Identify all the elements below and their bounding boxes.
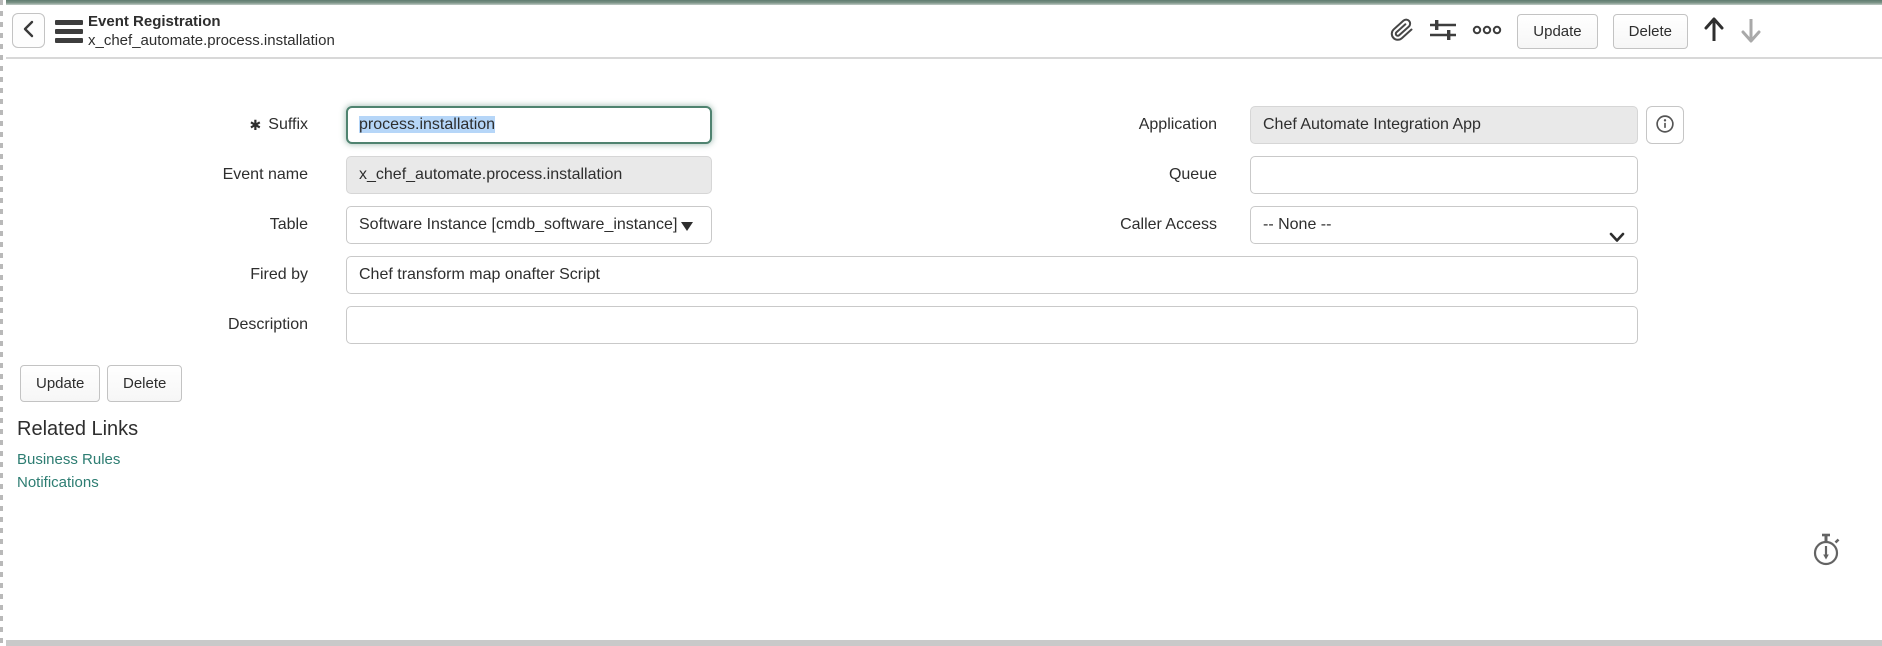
- suffix-input[interactable]: process.installation: [346, 106, 712, 144]
- required-indicator-icon: ✱: [250, 117, 262, 134]
- description-input[interactable]: [346, 306, 1638, 344]
- event-name-field: x_chef_automate.process.installation: [346, 156, 712, 194]
- arrow-up-icon: [1703, 16, 1725, 47]
- page-left-dotted-border: [0, 0, 3, 646]
- fired-by-input[interactable]: [346, 256, 1638, 294]
- stopwatch-icon: [1810, 556, 1844, 573]
- queue-label: Queue: [969, 156, 1217, 194]
- form-header-bar: Event Registration x_chef_automate.proce…: [6, 5, 1882, 59]
- info-icon: [1654, 113, 1676, 138]
- bottom-scroll-strip: [6, 640, 1882, 646]
- suffix-label: ✱ Suffix: [60, 106, 308, 144]
- arrow-down-icon: [1740, 16, 1762, 47]
- page-title: Event Registration: [88, 12, 335, 31]
- caller-access-select[interactable]: -- None --: [1250, 206, 1638, 244]
- scroll-down-button[interactable]: [1740, 16, 1762, 47]
- sliders-icon: [1429, 17, 1457, 46]
- related-links-heading: Related Links: [17, 418, 138, 441]
- header-update-button[interactable]: Update: [1517, 14, 1597, 49]
- table-dropdown[interactable]: Software Instance [cmdb_software_instanc…: [346, 206, 712, 244]
- ellipsis-icon: [1472, 23, 1502, 40]
- header-actions: Update Delete: [1390, 5, 1762, 57]
- table-label: Table: [60, 206, 308, 244]
- footer-update-button[interactable]: Update: [20, 365, 100, 402]
- description-label: Description: [60, 306, 308, 344]
- more-options-button[interactable]: [1472, 23, 1502, 40]
- response-time-button[interactable]: [1810, 531, 1844, 574]
- event-name-label: Event name: [60, 156, 308, 194]
- application-info-button[interactable]: [1646, 106, 1684, 144]
- caller-access-label: Caller Access: [969, 206, 1217, 244]
- application-field: Chef Automate Integration App: [1250, 106, 1638, 144]
- page-subtitle: x_chef_automate.process.installation: [88, 31, 335, 50]
- chevron-left-icon: [22, 20, 36, 41]
- triangle-down-icon: [681, 222, 693, 231]
- related-link-business-rules[interactable]: Business Rules: [17, 451, 120, 468]
- attachment-button[interactable]: [1390, 17, 1414, 46]
- chevron-down-icon: [1609, 221, 1625, 244]
- fired-by-label: Fired by: [60, 256, 308, 294]
- header-titles: Event Registration x_chef_automate.proce…: [88, 12, 335, 50]
- back-button[interactable]: [12, 13, 45, 48]
- footer-delete-button[interactable]: Delete: [107, 365, 182, 402]
- queue-input[interactable]: [1250, 156, 1638, 194]
- related-link-notifications[interactable]: Notifications: [17, 474, 99, 491]
- scroll-up-button[interactable]: [1703, 16, 1725, 47]
- menu-icon[interactable]: [55, 20, 83, 43]
- header-delete-button[interactable]: Delete: [1613, 14, 1688, 49]
- personalize-form-button[interactable]: [1429, 17, 1457, 46]
- paperclip-icon: [1390, 17, 1414, 46]
- application-label: Application: [969, 106, 1217, 144]
- suffix-selected-text: process.installation: [359, 116, 495, 133]
